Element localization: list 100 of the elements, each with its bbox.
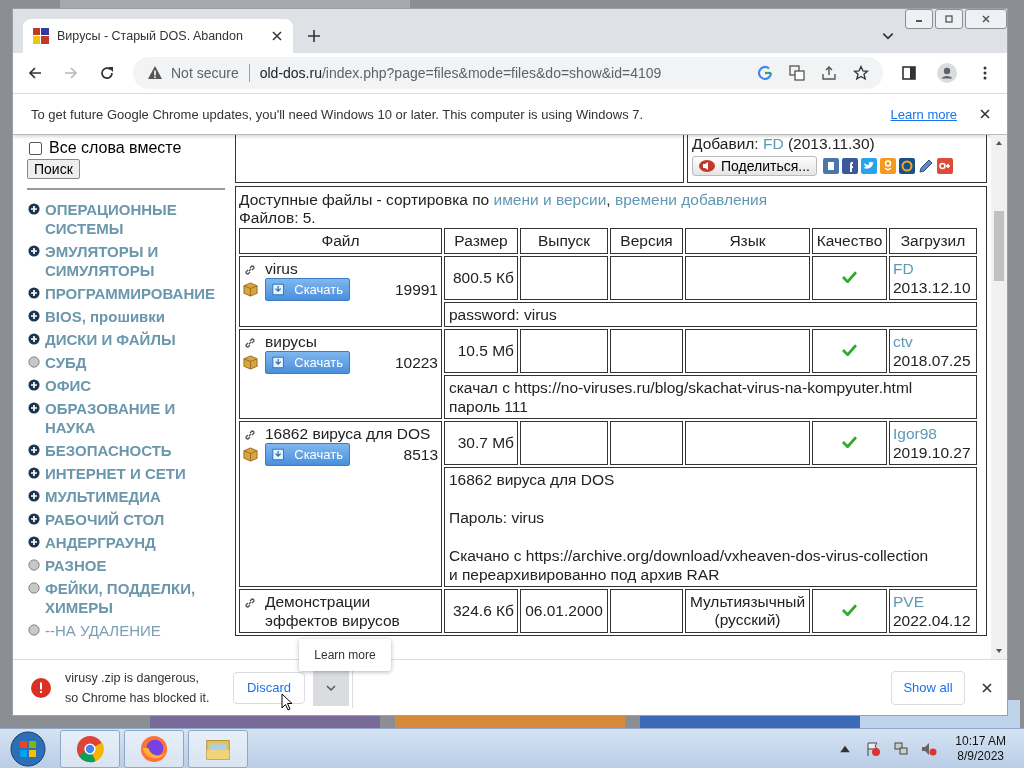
plus-circle-icon[interactable] (28, 310, 40, 322)
clock-time[interactable]: 10:17 AM (955, 733, 1006, 749)
close-icon (981, 14, 991, 24)
upload-date: 2013.12.10 (893, 279, 971, 296)
category-link[interactable]: ФЕЙКИ, ПОДДЕЛКИ, ХИМЕРЫ (45, 579, 225, 617)
plus-circle-icon[interactable] (28, 287, 40, 299)
sort-options-text: Доступные файлы - сортировка по имени и версии, времени добавления (239, 190, 769, 209)
link-icon (243, 596, 257, 610)
plus-circle-icon[interactable] (28, 203, 40, 215)
category-link[interactable]: СУБД (45, 353, 87, 372)
search-button[interactable]: Поиск (27, 159, 80, 179)
close-icon[interactable] (271, 30, 283, 42)
google-icon[interactable] (757, 65, 773, 81)
uploader-link[interactable]: PVE (893, 593, 924, 610)
maximize-button[interactable] (935, 9, 963, 29)
category-link[interactable]: БЕЗОПАСНОСТЬ (45, 441, 172, 460)
download-icon (272, 283, 285, 296)
category-link[interactable]: ИНТЕРНЕТ И СЕТИ (45, 464, 186, 483)
plus-circle-icon[interactable] (28, 490, 40, 502)
reload-icon[interactable] (99, 65, 115, 81)
column-header: Качество (812, 228, 887, 254)
category-link[interactable]: BIOS, прошивки (45, 307, 166, 326)
mouse-cursor-icon (281, 693, 293, 711)
download-warning: virusy .zip is dangerous, so Chrome has blocked it. (65, 669, 211, 707)
package-icon (243, 447, 258, 462)
back-icon[interactable] (27, 65, 43, 81)
added-by-text: Добавил: FD (2013.11.30) (692, 135, 876, 153)
scrollbar-thumb[interactable] (994, 211, 1004, 281)
category-link[interactable]: ПРОГРАММИРОВАНИЕ (45, 284, 216, 303)
category-link[interactable]: РАЗНОЕ (45, 556, 107, 575)
clock-date[interactable]: 8/9/2023 (957, 748, 1004, 764)
file-note: 16862 вируса для DOS (449, 470, 616, 489)
start-button[interactable] (10, 730, 46, 767)
learn-more-link[interactable]: Learn more (890, 106, 957, 122)
download-button[interactable]: Скачать (265, 443, 350, 466)
category-link[interactable]: РАБОЧИЙ СТОЛ (45, 510, 165, 529)
address-bar[interactable]: Not secure old-dos.ru/index.php?page=files&mode=files&do=show&id=4109 (133, 57, 883, 89)
link-icon (243, 263, 257, 277)
category-link[interactable]: ОБРАЗОВАНИЕ И НАУКА (45, 399, 225, 437)
new-tab-icon[interactable] (307, 29, 321, 43)
social-icon[interactable] (823, 158, 839, 174)
category-link[interactable]: МУЛЬТИМЕДИА (45, 487, 161, 506)
minimize-button[interactable] (905, 9, 933, 29)
browser-tab[interactable]: Вирусы - Старый DOS. Abandon (23, 19, 293, 53)
category-link[interactable]: ОПЕРАЦИОННЫЕ СИСТЕМЫ (45, 200, 225, 238)
download-button[interactable]: Скачать (265, 351, 350, 374)
share-button[interactable]: Поделиться... (692, 156, 817, 176)
plus-circle-icon[interactable] (28, 467, 40, 479)
star-icon[interactable] (853, 65, 869, 81)
error-icon (31, 677, 51, 698)
plus-circle-icon[interactable] (28, 245, 40, 257)
discard-button[interactable]: Discard (233, 671, 305, 704)
category-link[interactable]: --НА УДАЛЕНИЕ (45, 621, 161, 640)
social-icon[interactable] (937, 158, 953, 174)
upload-date: 2018.07.25 (893, 352, 971, 369)
menu-item[interactable]: Learn more (314, 648, 376, 662)
category-link[interactable]: ЭМУЛЯТОРЫ И СИМУЛЯТОРЫ (45, 242, 225, 280)
favicon-icon (33, 28, 49, 44)
network-icon[interactable] (893, 740, 910, 757)
download-button[interactable]: Скачать (265, 278, 350, 301)
show-all-button[interactable]: Show all (891, 670, 965, 705)
download-icon (272, 448, 285, 461)
side-panel-icon[interactable] (901, 65, 917, 81)
social-icon[interactable] (842, 158, 858, 174)
column-header: Файл (239, 228, 442, 254)
plus-circle-icon[interactable] (28, 333, 40, 345)
plus-circle-icon[interactable] (28, 379, 40, 391)
flag-icon[interactable] (865, 740, 882, 757)
uploader-link[interactable]: Igor98 (893, 425, 937, 442)
translate-icon[interactable] (789, 65, 805, 81)
category-link[interactable]: АНДЕРГРАУНД (45, 533, 156, 552)
profile-icon[interactable] (937, 63, 957, 83)
taskbar-button[interactable] (60, 729, 120, 768)
circle-icon (28, 582, 40, 594)
close-icon[interactable] (981, 681, 993, 694)
plus-circle-icon[interactable] (28, 402, 40, 414)
category-link[interactable]: ОФИС (45, 376, 92, 395)
file-size: 10.5 Мб (457, 342, 514, 359)
file-size: 30.7 Мб (457, 434, 514, 451)
close-button[interactable] (965, 9, 1007, 29)
user-link[interactable]: FD (763, 135, 784, 152)
file-note: Скачано с https://archive.org/download/vxheaven-dos-virus-collection и переархивированно под архив RAR (449, 546, 930, 584)
share-icon[interactable] (821, 65, 837, 81)
plus-circle-icon[interactable] (28, 536, 40, 548)
plus-circle-icon[interactable] (28, 513, 40, 525)
upload-date: 2022.04.12 (893, 612, 971, 629)
category-link[interactable]: ДИСКИ И ФАЙЛЫ (45, 330, 176, 349)
pencil-icon[interactable] (918, 158, 934, 174)
close-icon[interactable] (979, 108, 991, 120)
email-icon[interactable] (899, 158, 915, 174)
checkbox[interactable] (29, 141, 42, 155)
infobar-message: To get future Google Chrome updates, you'll need Windows 10 or later. This computer is using Windows 7. (31, 106, 644, 122)
uploader-link[interactable]: FD (893, 260, 914, 277)
file-count: Файлов: 5. (239, 209, 317, 226)
release-date: 06.01.2000 (525, 602, 603, 619)
taskbar-button[interactable] (124, 729, 184, 768)
plus-circle-icon[interactable] (28, 444, 40, 456)
sort-link[interactable]: времени добавления (614, 191, 768, 208)
download-count: 10223 (394, 353, 438, 372)
uploader-link[interactable]: ctv (893, 333, 913, 350)
